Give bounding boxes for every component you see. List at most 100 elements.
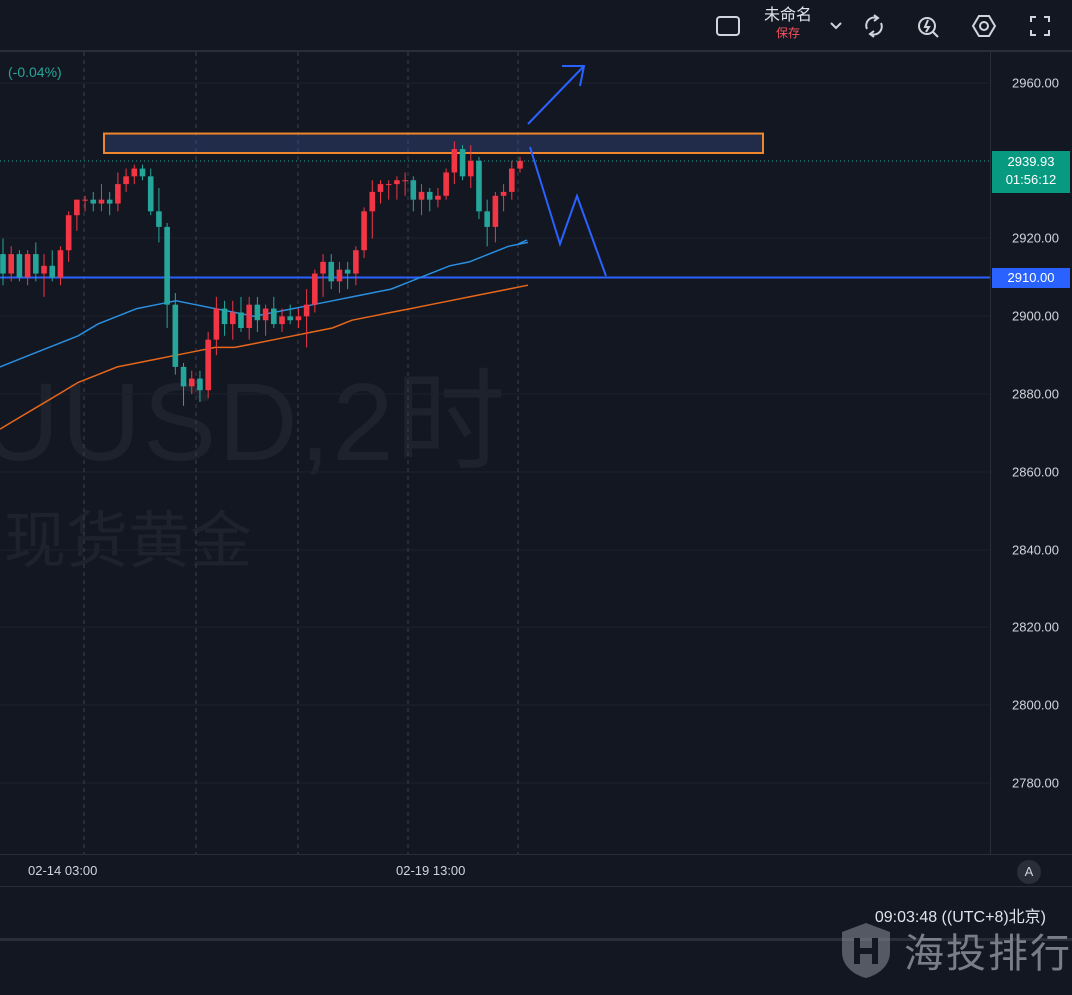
- candle: [229, 300, 236, 340]
- candle-body: [221, 308, 228, 325]
- candle: [410, 176, 417, 212]
- candle: [156, 188, 162, 243]
- candle-body: [476, 160, 482, 212]
- candle: [16, 250, 23, 282]
- fullscreen-icon[interactable]: [1024, 8, 1056, 44]
- candle: [238, 296, 244, 332]
- alert-icon[interactable]: [912, 8, 944, 44]
- candle-body: [164, 226, 170, 305]
- time-axis[interactable]: 02-14 03:00 02-19 13:00 A: [0, 854, 1072, 887]
- brand-text: 海投排行: [904, 932, 1072, 976]
- candle-body: [402, 180, 408, 182]
- candle: [262, 304, 269, 336]
- candle-body: [82, 199, 88, 201]
- candle-body: [65, 215, 72, 251]
- candle: [115, 172, 121, 212]
- candle-body: [57, 250, 64, 278]
- price-label: 2900.00: [1012, 308, 1059, 324]
- candle-body: [369, 191, 376, 212]
- candle-body: [49, 265, 56, 278]
- layout-save-status: 保存: [775, 26, 800, 40]
- candle: [377, 180, 384, 204]
- candle-body: [139, 168, 146, 177]
- level-price-tag: 2910.00: [992, 268, 1070, 288]
- candle-body: [418, 191, 425, 200]
- candle-body: [238, 312, 244, 328]
- time-label-0: 02-14 03:00: [28, 863, 98, 878]
- candle: [24, 250, 31, 286]
- candle: [459, 145, 466, 181]
- candle-body: [361, 211, 367, 251]
- candle-body: [295, 316, 302, 321]
- price-label: 2860.00: [1012, 464, 1059, 480]
- candle-body: [508, 168, 515, 192]
- candle: [492, 191, 499, 243]
- candle: [484, 199, 490, 247]
- candle-body: [41, 265, 47, 274]
- candle-body: [74, 199, 80, 216]
- price-label: 2960.00: [1012, 75, 1059, 91]
- candle-body: [426, 191, 433, 200]
- candle: [205, 331, 211, 398]
- candle: [443, 168, 449, 200]
- candle: [336, 261, 343, 293]
- candle: [361, 207, 367, 258]
- candle: [254, 296, 261, 332]
- price-chart[interactable]: [0, 52, 990, 854]
- candle: [353, 246, 359, 286]
- candle-body: [246, 304, 252, 328]
- candle-body: [459, 149, 466, 177]
- resistance-zone: [103, 132, 764, 155]
- refresh-icon[interactable]: [858, 8, 890, 44]
- auto-scale-button[interactable]: A: [1017, 860, 1041, 884]
- candle-body: [353, 250, 359, 274]
- chevron-down-icon[interactable]: [826, 8, 846, 44]
- candle-body: [0, 254, 6, 274]
- candle: [295, 308, 302, 328]
- candle-body: [312, 273, 318, 305]
- candle-body: [156, 211, 162, 227]
- candle: [476, 156, 482, 220]
- candle-body: [328, 261, 335, 282]
- candle: [139, 164, 146, 181]
- candle-body: [188, 378, 195, 387]
- candle-body: [451, 149, 458, 173]
- candle-body: [492, 195, 499, 227]
- brand-watermark: 海投排行: [838, 920, 1072, 980]
- candle: [312, 269, 318, 313]
- candle: [106, 191, 113, 216]
- candle-body: [303, 304, 310, 317]
- candle: [320, 254, 326, 297]
- candle: [57, 246, 64, 286]
- chart-pane[interactable]: UUSD,2时 现货黄金 (-0.04%): [0, 52, 990, 854]
- candle: [402, 172, 408, 196]
- candle-body: [484, 211, 490, 227]
- candle-body: [279, 316, 285, 325]
- candle-body: [320, 261, 326, 274]
- price-label: 2780.00: [1012, 775, 1059, 791]
- bar-countdown: 01:56:12: [1005, 172, 1057, 187]
- candle: [98, 184, 105, 212]
- candle: [82, 195, 88, 212]
- candle: [90, 191, 97, 212]
- settings-icon[interactable]: [968, 8, 1000, 44]
- candle-body: [123, 176, 129, 185]
- candle-body: [98, 199, 105, 204]
- candle: [74, 199, 80, 231]
- candle: [394, 176, 400, 200]
- candle-body: [500, 191, 507, 196]
- top-toolbar: 未命名 保存: [0, 0, 1072, 52]
- level-price: 2910.00: [1007, 270, 1055, 285]
- bullish-arrow-line: [527, 65, 585, 125]
- change-percent: (-0.04%): [8, 64, 62, 80]
- candle-body: [24, 254, 31, 278]
- candle-body: [336, 269, 343, 282]
- candle-body: [8, 254, 15, 274]
- candle-body: [197, 378, 203, 391]
- current-price: 2939.93: [1007, 154, 1055, 169]
- square-icon[interactable]: [712, 8, 744, 44]
- layout-name-button[interactable]: 未命名 保存: [758, 6, 818, 40]
- candle-body: [287, 316, 294, 321]
- candle-body: [229, 312, 236, 325]
- price-label: 2920.00: [1012, 230, 1059, 246]
